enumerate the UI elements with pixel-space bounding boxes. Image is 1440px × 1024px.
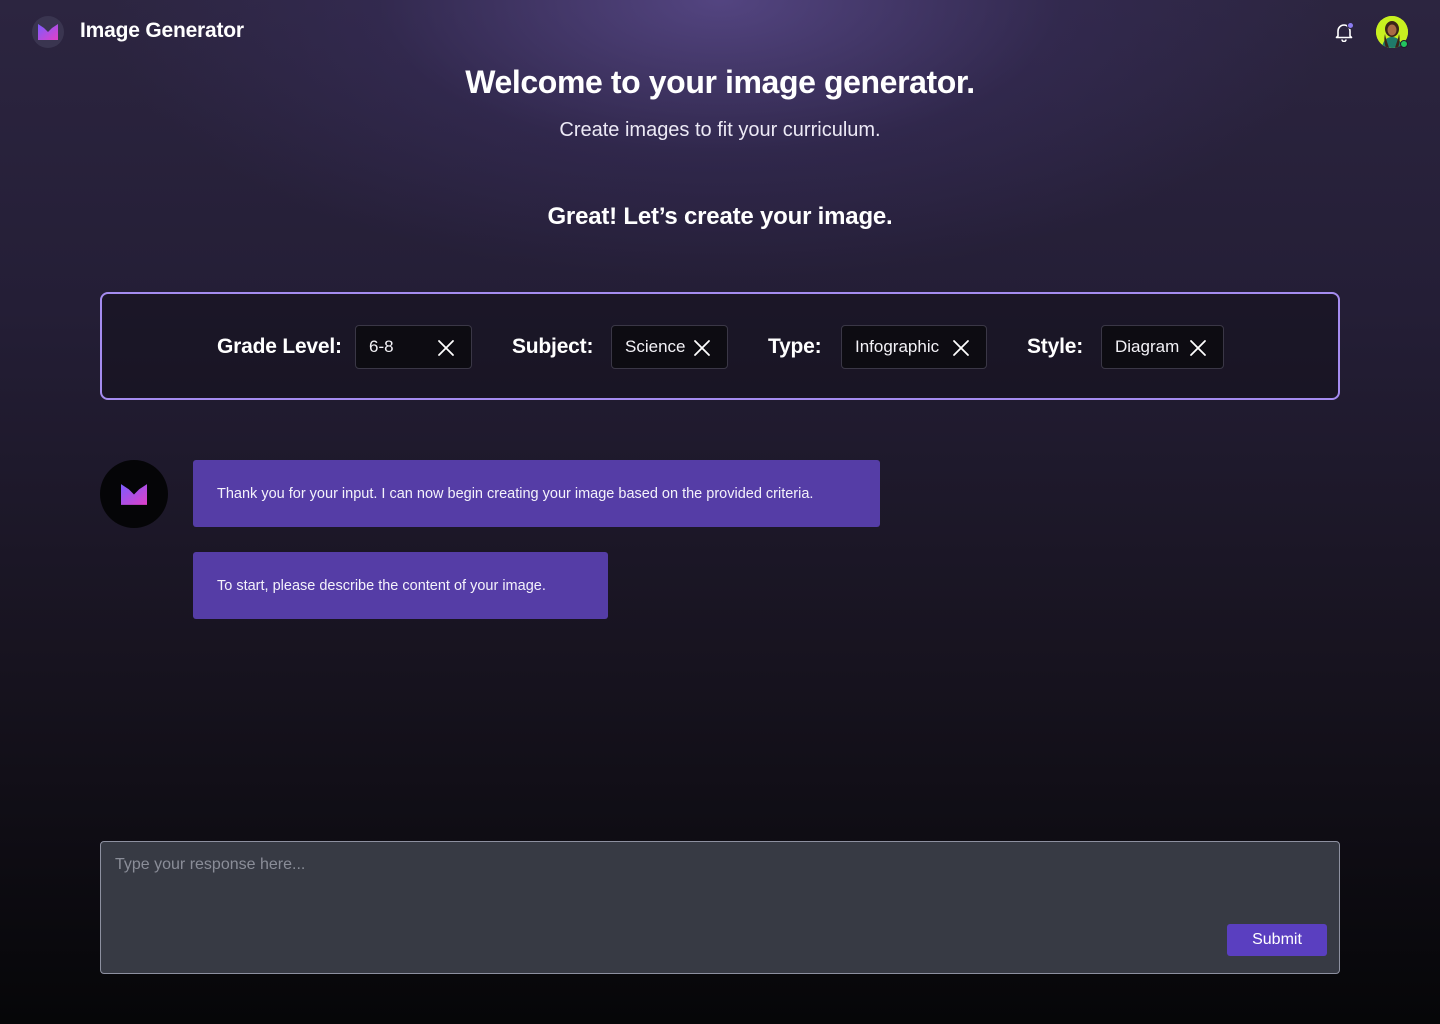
response-input[interactable] bbox=[101, 842, 1339, 973]
prompt-heading: Great! Let’s create your image. bbox=[547, 203, 893, 230]
message-text: To start, please describe the content of… bbox=[217, 577, 546, 594]
remove-subject-icon[interactable] bbox=[693, 339, 711, 357]
app-title: Image Generator bbox=[80, 19, 244, 42]
subject-chip[interactable]: Science bbox=[611, 325, 728, 369]
assistant-avatar bbox=[100, 460, 168, 528]
style-label: Style: bbox=[1027, 335, 1083, 358]
grade-level-chip[interactable]: 6-8 bbox=[355, 325, 472, 369]
type-label: Type: bbox=[768, 335, 822, 358]
remove-grade-level-icon[interactable] bbox=[437, 339, 455, 357]
assistant-message: To start, please describe the content of… bbox=[193, 552, 608, 619]
remove-style-icon[interactable] bbox=[1189, 339, 1207, 357]
style-chip[interactable]: Diagram bbox=[1101, 325, 1224, 369]
page-subtitle: Create images to fit your curriculum. bbox=[559, 119, 881, 141]
response-composer: Submit bbox=[100, 841, 1340, 974]
subject-value: Science bbox=[625, 337, 686, 356]
grade-level-label: Grade Level: bbox=[217, 335, 342, 358]
type-chip[interactable]: Infographic bbox=[841, 325, 987, 369]
remove-type-icon[interactable] bbox=[952, 339, 970, 357]
app-logo[interactable] bbox=[32, 16, 64, 48]
brand-m-logo-icon bbox=[38, 24, 58, 40]
message-text: Thank you for your input. I can now begi… bbox=[217, 485, 814, 502]
type-value: Infographic bbox=[855, 337, 940, 356]
brand-m-logo-icon bbox=[121, 483, 147, 505]
subject-label: Subject: bbox=[512, 335, 594, 358]
style-value: Diagram bbox=[1115, 337, 1180, 356]
online-status-dot bbox=[1400, 40, 1408, 48]
grade-level-value: 6-8 bbox=[369, 337, 394, 356]
assistant-message: Thank you for your input. I can now begi… bbox=[193, 460, 880, 527]
criteria-panel: Grade Level: 6-8 Subject: Science Type: … bbox=[100, 292, 1340, 400]
page-title: Welcome to your image generator. bbox=[465, 64, 975, 100]
notification-dot bbox=[1347, 22, 1354, 29]
notifications-button[interactable] bbox=[1332, 20, 1356, 44]
submit-button[interactable]: Submit bbox=[1227, 924, 1327, 956]
